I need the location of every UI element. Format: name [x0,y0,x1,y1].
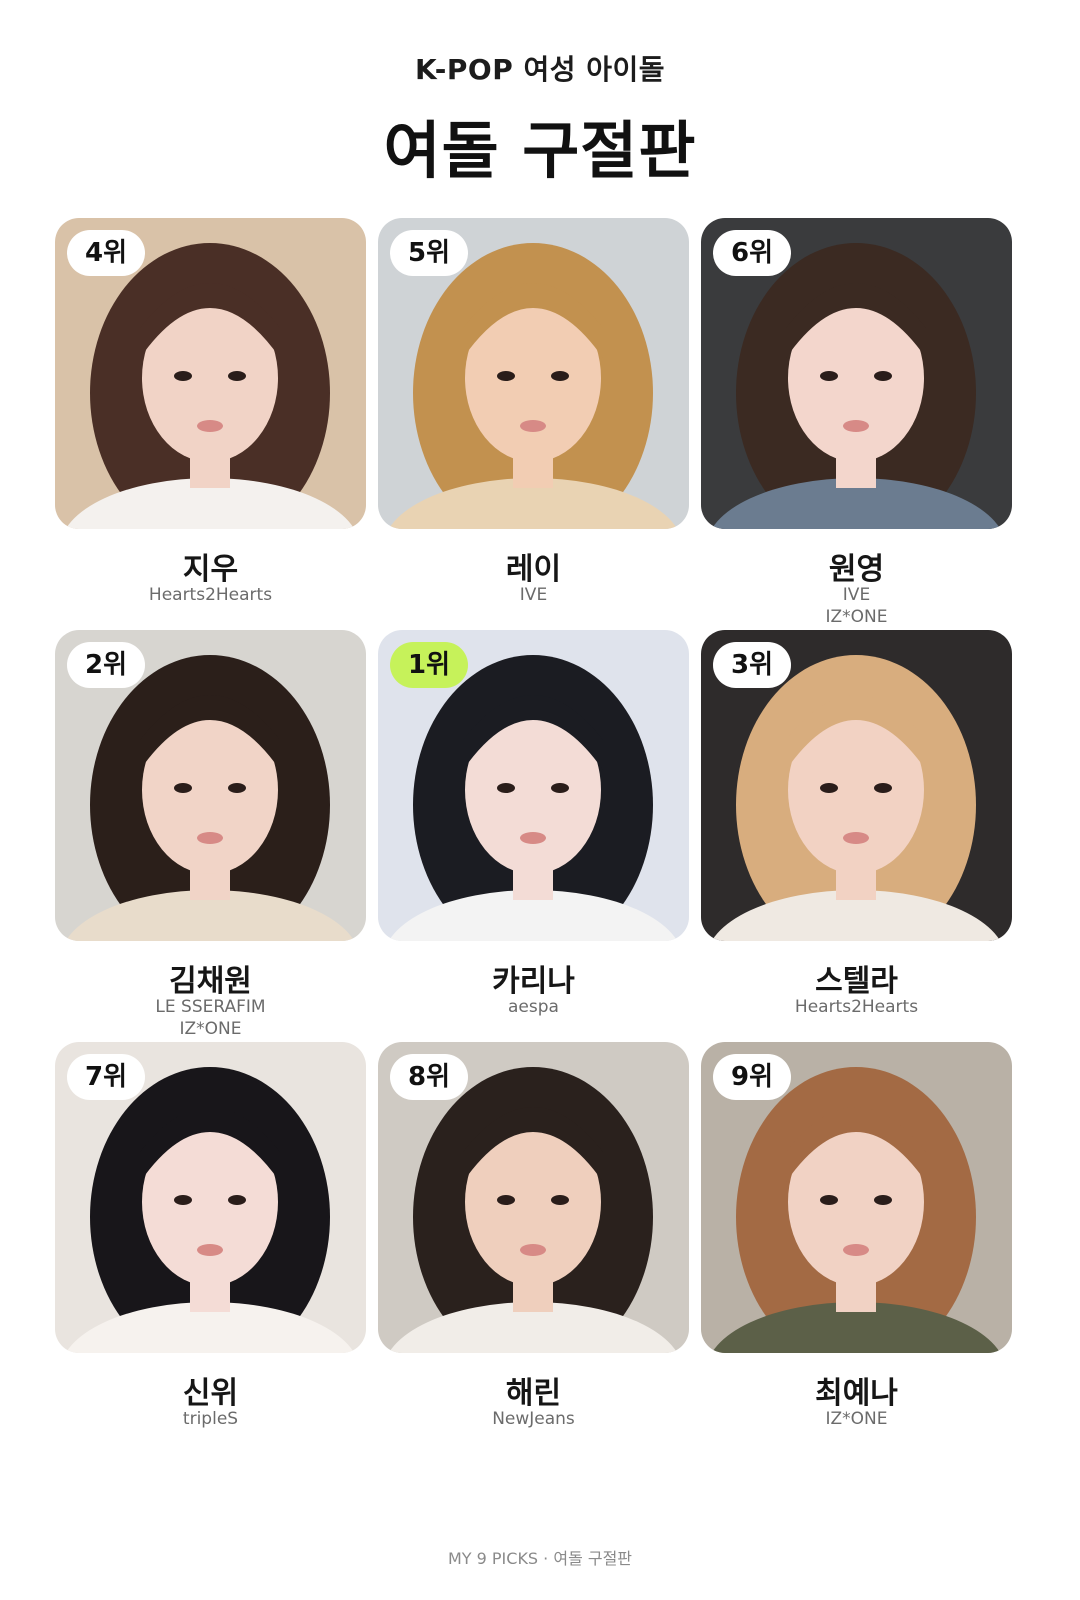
group-name: Hearts2Hearts [794,997,919,1017]
idol-groups: IZ*ONE [701,1408,1012,1430]
group-name: NewJeans [492,1409,575,1429]
idol-photo[interactable]: 2위 [55,630,366,941]
rank-badge: 3위 [713,642,791,688]
rank-badge: 1위 [390,642,468,688]
idol-photo[interactable]: 8위 [378,1042,689,1353]
idol-groups: IVE [378,584,689,606]
rank-badge: 8위 [390,1054,468,1100]
idol-name: 지우 [182,552,239,587]
group-name: tripleS [182,1409,239,1429]
group-name: Hearts2Hearts [148,585,273,605]
rank-badge: 5위 [390,230,468,276]
group-name: IZ*ONE [825,1409,888,1429]
idol-groups: Hearts2Hearts [55,584,366,606]
idol-name: 최예나 [815,1376,898,1411]
idol-photo[interactable]: 7위 [55,1042,366,1353]
idol-card[interactable]: 4위지우 Hearts2Hearts [55,218,366,633]
group-name: IVE [519,585,548,605]
idol-name: 김채원 [169,964,252,999]
idol-card[interactable]: 5위레이 IVE [378,218,689,633]
idol-photo[interactable]: 6위 [701,218,1012,529]
rank-badge: 6위 [713,230,791,276]
idol-photo[interactable]: 4위 [55,218,366,529]
idol-name: 카리나 [492,964,575,999]
footer-caption: MY 9 PICKS · 여돌 구절판 [447,1549,633,1568]
idol-photo[interactable]: 9위 [701,1042,1012,1353]
idol-card[interactable]: 6위원영 IVE IZ*ONE [701,218,1012,633]
idol-photo[interactable]: 3위 [701,630,1012,941]
rank-badge: 7위 [67,1054,145,1100]
idol-card[interactable]: 9위최예나 IZ*ONE [701,1042,1012,1457]
group-name: aespa [508,997,559,1017]
group-name: LE SSERAFIM [155,997,266,1017]
idol-name: 레이 [505,552,562,587]
idol-name: 해린 [505,1376,562,1411]
page-title: 여돌 구절판 [383,114,697,187]
rank-badge: 2위 [67,642,145,688]
idol-groups: tripleS [55,1408,366,1430]
group-name: IZ*ONE [825,607,888,627]
subtitle: K-POP 여성 아이돌 [414,53,666,86]
idol-groups: IVE IZ*ONE [701,584,1012,628]
idol-card[interactable]: 2위김채원 LE SSERAFIM IZ*ONE [55,630,366,1045]
idol-card[interactable]: 1위카리나 aespa [378,630,689,1045]
idol-name: 스텔라 [815,964,898,999]
idol-photo[interactable]: 5위 [378,218,689,529]
idol-groups: LE SSERAFIM IZ*ONE [55,996,366,1040]
idol-name: 원영 [828,552,885,587]
group-name: IVE [842,585,871,605]
idol-name: 신위 [182,1376,239,1411]
rank-badge: 4위 [67,230,145,276]
idol-card[interactable]: 7위신위 tripleS [55,1042,366,1457]
rank-badge: 9위 [713,1054,791,1100]
idol-groups: Hearts2Hearts [701,996,1012,1018]
idol-card[interactable]: 3위스텔라 Hearts2Hearts [701,630,1012,1045]
idol-card[interactable]: 8위해린 NewJeans [378,1042,689,1457]
idol-groups: aespa [378,996,689,1018]
group-name: IZ*ONE [179,1019,242,1039]
idol-photo[interactable]: 1위 [378,630,689,941]
idol-groups: NewJeans [378,1408,689,1430]
